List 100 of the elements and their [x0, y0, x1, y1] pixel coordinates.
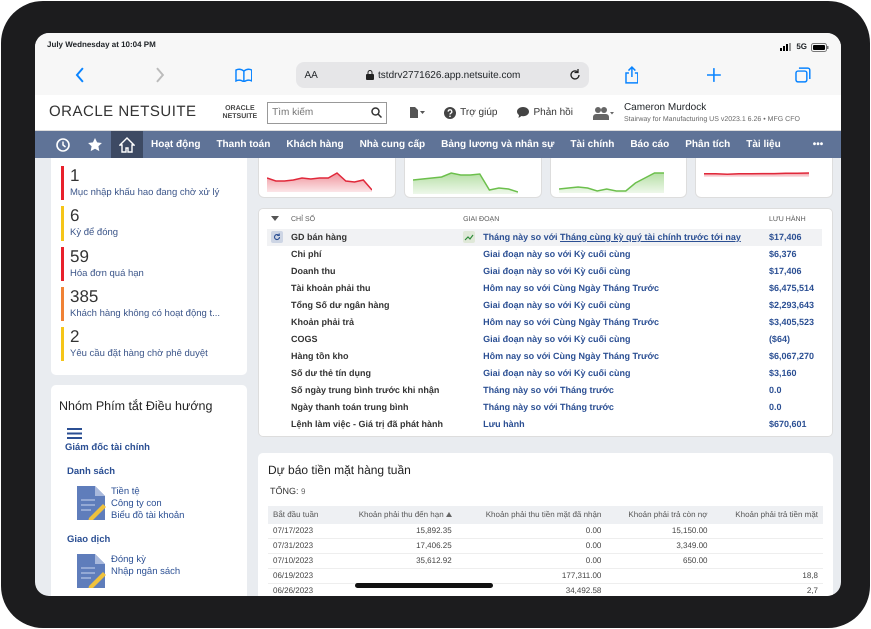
nav-tab[interactable]: Bảng lương và nhân sự [433, 131, 562, 158]
url-text: tstdrv2771626.app.netsuite.com [378, 68, 520, 82]
nav-tab[interactable]: Báo cáo [622, 131, 678, 158]
metric-value: $6,475,514 [768, 282, 815, 295]
metric-name: Ngày thanh toán trung bình [290, 400, 410, 414]
table-cell: 3,349.00 [606, 538, 712, 553]
shortcut-link[interactable]: Nhập ngân sách [111, 566, 180, 578]
refresh-icon[interactable] [271, 231, 283, 244]
nav-tab[interactable]: Tài liệu [738, 131, 789, 158]
lock-icon [366, 70, 374, 80]
metric-period: Tháng này so với Tháng cùng kỳ quý tài chính trước tới nay [479, 229, 765, 246]
column-header[interactable]: Bắt đầu tuần [268, 506, 334, 524]
column-header[interactable]: Khoản phải thu đến hạn [334, 506, 457, 524]
oracle-netsuite-logo[interactable]: ORACLE NETSUITE [49, 101, 197, 124]
tabs-icon[interactable] [795, 67, 811, 83]
metric-value: $17,406 [768, 264, 802, 278]
table-cell: 07/17/2023 [268, 524, 334, 538]
metric-value: $6,376 [764, 246, 822, 263]
roles-icon[interactable] [592, 106, 614, 120]
metric-value: ($64) [768, 332, 791, 346]
reminder-count[interactable]: 385 [70, 286, 220, 307]
nav-tab[interactable]: Phân tích [677, 131, 738, 158]
comparison-link[interactable]: Tháng cùng kỳ quý tài chính trước tới nay [560, 232, 741, 242]
document-edit-icon [75, 486, 107, 520]
total-count: TỔNG: 9 [270, 485, 306, 498]
table-cell: 0.00 [456, 538, 606, 553]
metric-period: Hôm nay so với Cùng Ngày Tháng Trước [482, 316, 660, 329]
metric-period: Lưu hành [482, 418, 526, 431]
home-icon[interactable] [111, 131, 143, 158]
table-cell: 15,892.35 [334, 524, 457, 538]
shortcut-link[interactable]: Tiền tệ [111, 486, 184, 498]
status-time: July Wednesday at 10:04 PM [47, 39, 156, 51]
address-bar[interactable]: AA tstdrv2771626.app.netsuite.com [296, 62, 589, 88]
share-icon[interactable] [624, 66, 638, 84]
metric-period: Giai đoạn này so với Kỳ cuối cùng [482, 298, 632, 312]
reminder-label[interactable]: Kỳ để đóng [70, 226, 118, 240]
bookmarks-icon[interactable] [234, 68, 252, 82]
reminder-label[interactable]: Yêu cầu đặt hàng chờ phê duyệt [70, 347, 208, 362]
metric-name: Chi phí [287, 246, 460, 263]
metric-period: Giai đoạn này so với Kỳ cuối cùng [479, 246, 765, 263]
metric-name: Lệnh làm việc - Giá trị đã phát hành [290, 418, 444, 431]
metric-period: Hôm nay so với Cùng Ngày Tháng Trước [482, 350, 660, 363]
metric-name: Doanh thu [290, 264, 336, 278]
user-name[interactable]: Cameron Murdock [624, 102, 800, 112]
nav-tab[interactable]: Thanh toán [208, 131, 278, 158]
table-cell: 17,406.25 [334, 538, 457, 553]
metric-name: Số dư thẻ tín dụng [290, 366, 372, 380]
help-link[interactable]: Trợ giúp [443, 104, 498, 121]
nav-tab[interactable]: Hoạt động [143, 131, 208, 158]
column-header[interactable]: Khoản phải trả còn nợ [606, 506, 712, 524]
table-cell: 15,150.00 [606, 524, 712, 538]
column-header[interactable]: Khoản phải thu tiền mặt đã nhận [456, 506, 606, 524]
nav-tab[interactable]: Nhà cung cấp [352, 131, 434, 158]
panel-title: Nhóm Phím tắt Điều hướng [59, 398, 214, 416]
search-icon[interactable] [371, 106, 382, 118]
reminder-label[interactable]: Hóa đơn quá hạn [70, 266, 144, 281]
trend-chart-icon[interactable] [463, 231, 476, 244]
table-cell: 07/10/2023 [268, 553, 334, 568]
column-header[interactable]: Khoản phải trả tiền mặt [712, 506, 823, 524]
new-record-icon[interactable] [409, 106, 428, 118]
metric-name: Hàng tồn kho [290, 350, 350, 363]
search-field[interactable]: Tìm kiếm [267, 102, 388, 124]
metric-value: $3,160 [768, 366, 798, 380]
table-cell: 35,612.92 [334, 553, 457, 568]
new-tab-icon[interactable] [707, 68, 722, 82]
shortcut-link[interactable]: Công ty con [111, 498, 184, 510]
metric-period: Giai đoạn này so với Kỳ cuối cùng [482, 332, 632, 346]
reload-icon[interactable] [568, 69, 581, 81]
nav-tab[interactable]: Khách hàng [278, 131, 352, 158]
back-icon[interactable] [75, 67, 85, 83]
table-cell: 07/31/2023 [268, 538, 334, 553]
reminder-count[interactable]: 2 [70, 327, 208, 347]
text-size-button[interactable]: AA [304, 68, 318, 82]
table-cell: 06/26/2023 [268, 583, 334, 596]
reminder-label[interactable]: Mục nhập khấu hao đang chờ xử lý [70, 186, 220, 200]
menu-icon [67, 428, 83, 440]
metric-value: 0.0 [768, 400, 782, 414]
battery-icon [811, 42, 829, 52]
reminder-count[interactable]: 59 [70, 246, 144, 266]
reminder-count[interactable]: 1 [70, 166, 220, 186]
metric-period: Hôm nay so với Cùng Ngày Tháng Trước [482, 282, 660, 295]
metric-name: Tổng Số dư ngân hàng [290, 298, 391, 312]
nav-tab[interactable]: Tài chính [562, 131, 622, 158]
network-label: 5G [796, 41, 807, 53]
group-title: Danh sách [67, 466, 116, 478]
reminder-label[interactable]: Khách hàng không có hoạt động t... [70, 306, 220, 321]
document-edit-icon [75, 554, 107, 588]
group-title: Giao dịch [67, 534, 112, 546]
collapse-icon[interactable] [271, 216, 279, 222]
shortcut-link[interactable]: Đóng kỳ [111, 554, 180, 566]
metric-value: $17,406 [764, 229, 822, 246]
shortcut-link[interactable]: Biểu đồ tài khoản [111, 510, 184, 522]
help-icon [444, 106, 456, 118]
panel-title: Dự báo tiền mặt hàng tuần [268, 462, 412, 479]
reminder-count[interactable]: 6 [70, 206, 118, 226]
feedback-link[interactable]: Phản hồi [516, 104, 574, 121]
role-label[interactable]: Giám đốc tài chính [65, 442, 239, 454]
metric-name: Khoản phải trả [290, 316, 356, 329]
more-button[interactable]: ••• [804, 131, 832, 158]
table-cell: 0.00 [456, 553, 606, 568]
